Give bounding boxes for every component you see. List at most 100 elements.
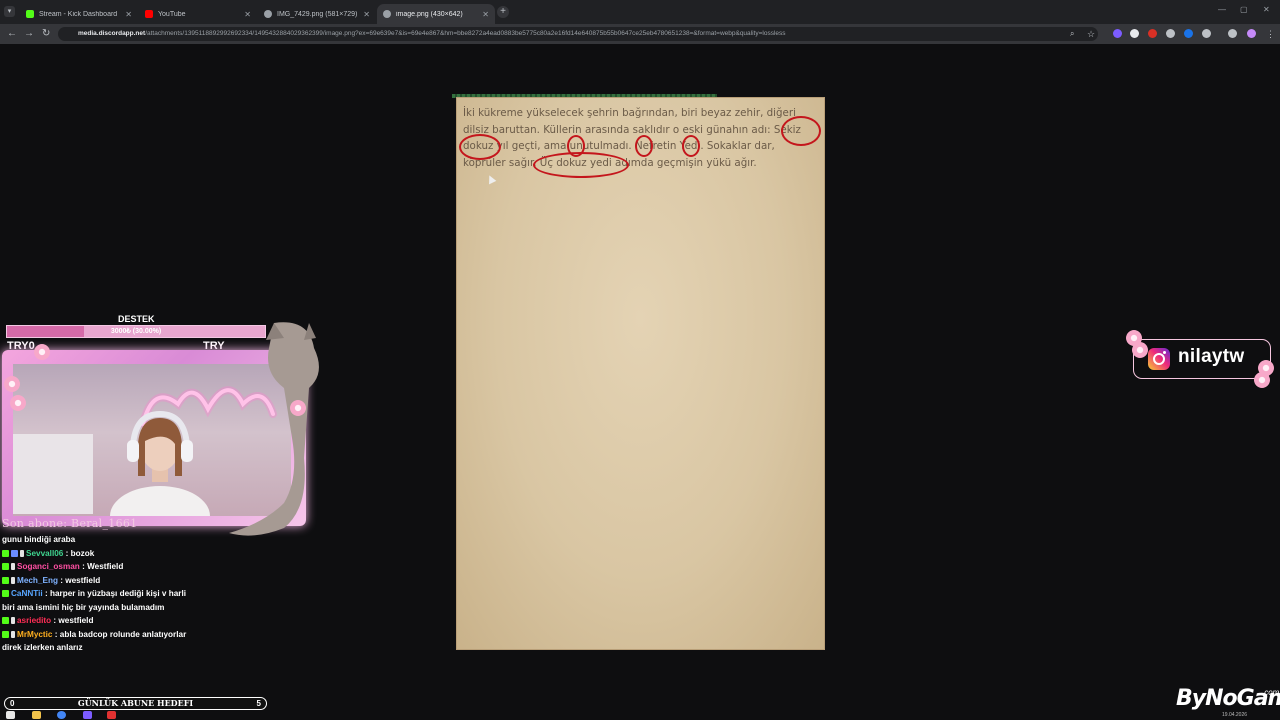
blossom-decoration [1254, 372, 1270, 388]
subscriber-badge-icon [11, 617, 15, 624]
forward-icon[interactable]: → [24, 28, 34, 40]
tab-title: YouTube [158, 10, 186, 18]
kick-icon [26, 10, 34, 18]
chat-message: gunu bindiği araba [2, 533, 192, 547]
chat-message: MrMyctic : abla badcop rolunde anlatıyor… [2, 628, 192, 655]
tab-kick-dashboard[interactable]: Stream - Kick Dashboard ✕ [20, 4, 138, 24]
chat-message: CaNNTii : harper in yüzbaşı dediği kişi … [2, 587, 192, 614]
extension-icon[interactable] [1148, 29, 1157, 38]
tab-img-7429[interactable]: IMG_7429.png (581×729) ✕ [258, 4, 376, 24]
chrome-icon[interactable] [57, 711, 66, 719]
kick-badge-icon [2, 630, 9, 638]
chat-text: gunu bindiği araba [2, 535, 76, 544]
kick-badge-icon [2, 590, 9, 597]
chat-text: : westfield [57, 575, 101, 585]
logo-domain-suffix: .com [1262, 688, 1280, 697]
goal-label: GÜNLÜK ABUNE HEDEFI [77, 698, 194, 708]
red-circle-annotation [635, 135, 653, 157]
close-window-icon[interactable]: ✕ [1263, 5, 1270, 14]
bookmark-star-icon[interactable]: ☆ [1087, 28, 1095, 40]
goal-end-value: 5 [256, 699, 261, 708]
close-icon[interactable]: ✕ [482, 10, 489, 19]
chat-message: Soganci_osman : Westfield [2, 560, 192, 574]
chat-message: asriedito : westfield [2, 614, 192, 628]
streamer [110, 410, 210, 516]
blossom-decoration [10, 395, 26, 411]
profile-avatar[interactable] [1247, 29, 1256, 38]
tab-title: Stream - Kick Dashboard [39, 10, 118, 18]
chat-text: : westfield [51, 616, 94, 625]
blossom-decoration [34, 344, 50, 360]
close-icon[interactable]: ✕ [125, 10, 132, 19]
close-icon[interactable]: ✕ [363, 10, 370, 19]
kick-badge-icon [2, 549, 9, 557]
displayed-image[interactable]: İki kükreme yükselecek şehrin bağrından,… [456, 97, 825, 650]
tab-image-png[interactable]: image.png (430×642) ✕ [377, 4, 495, 24]
reload-icon[interactable]: ↻ [42, 28, 50, 40]
url-host: media.discordapp.net [78, 30, 146, 37]
chat-username[interactable]: Soganci_osman [17, 562, 80, 571]
chat-username[interactable]: Sevvall06 [26, 549, 63, 558]
minimize-icon[interactable]: — [1218, 5, 1226, 14]
kick-badge-icon [2, 617, 9, 624]
tab-search-button[interactable]: ▾ [4, 6, 15, 17]
instagram-handle: nilaytw [1178, 346, 1245, 367]
logo-date: 19.04.2026 [1222, 712, 1248, 718]
verified-badge-icon [11, 549, 18, 557]
blossom-decoration [4, 376, 20, 392]
new-tab-button[interactable]: + [497, 6, 509, 18]
url-path: /attachments/1395118892992692334/1495432… [145, 30, 786, 37]
windows-start-icon[interactable] [6, 711, 15, 719]
webcam-background-dresser [13, 434, 93, 514]
chat-username[interactable]: CaNNTii [11, 589, 43, 598]
maximize-icon[interactable]: ▢ [1240, 5, 1248, 14]
chat-text: : bozok [63, 548, 95, 558]
instagram-badge: nilaytw [1133, 339, 1271, 379]
blossom-decoration [290, 400, 306, 416]
instagram-icon [1148, 348, 1170, 370]
close-icon[interactable]: ✕ [244, 10, 251, 19]
chat-username[interactable]: Mech_Eng [17, 576, 58, 585]
chat-username[interactable]: asriedito [17, 616, 51, 625]
blossom-decoration [1132, 342, 1148, 358]
red-circle-annotation [459, 134, 501, 160]
kick-badge-icon [2, 563, 9, 570]
app-icon[interactable] [107, 711, 116, 719]
kick-badge-icon [2, 576, 9, 584]
tab-title: image.png (430×642) [396, 10, 463, 18]
youtube-icon [145, 10, 153, 18]
tab-strip: ▾ Stream - Kick Dashboard ✕ YouTube ✕ IM… [0, 0, 1280, 24]
chat-message: Mech_Eng : westfield [2, 574, 192, 588]
media-icon[interactable] [1228, 29, 1237, 38]
extensions-puzzle-icon[interactable] [1202, 29, 1211, 38]
last-subscriber-label: Son abone: Beral_1661 [2, 517, 138, 530]
menu-icon[interactable]: ⋮ [1266, 28, 1275, 40]
red-circle-annotation [781, 116, 821, 146]
cat-frame-decoration [229, 322, 319, 536]
subscriber-badge-icon [11, 563, 15, 570]
globe-icon [383, 10, 391, 18]
donation-title: DESTEK [118, 314, 155, 324]
extension-icon[interactable] [1184, 29, 1193, 38]
chat-text: : Westfield [79, 562, 124, 571]
subscriber-badge-icon [11, 630, 15, 638]
subscriber-badge-icon [20, 549, 24, 557]
subscriber-goal-bar: 0 GÜNLÜK ABUNE HEDEFI 5 [4, 697, 267, 710]
address-bar[interactable]: media.discordapp.net/attachments/1395118… [58, 27, 1098, 41]
extension-icon[interactable] [1113, 29, 1122, 38]
extension-icon[interactable] [1130, 29, 1139, 38]
tab-title: IMG_7429.png (581×729) [277, 10, 358, 18]
chat-message: Sevvall06 : bozok [2, 547, 192, 561]
subscriber-badge-icon [11, 576, 15, 584]
chat-overlay: gunu bindiği araba Sevvall06 : bozok Sogan… [2, 533, 192, 655]
back-icon[interactable]: ← [7, 28, 17, 40]
red-circle-annotation [682, 135, 700, 157]
zoom-icon[interactable]: ⌕ [1070, 28, 1074, 40]
taskbar-strip [0, 710, 130, 720]
tab-youtube[interactable]: YouTube ✕ [139, 4, 257, 24]
chat-username[interactable]: MrMyctic [17, 630, 53, 639]
red-circle-annotation [533, 152, 629, 178]
extension-icon[interactable] [1166, 29, 1175, 38]
file-explorer-icon[interactable] [32, 711, 41, 719]
app-icon[interactable] [83, 711, 92, 719]
